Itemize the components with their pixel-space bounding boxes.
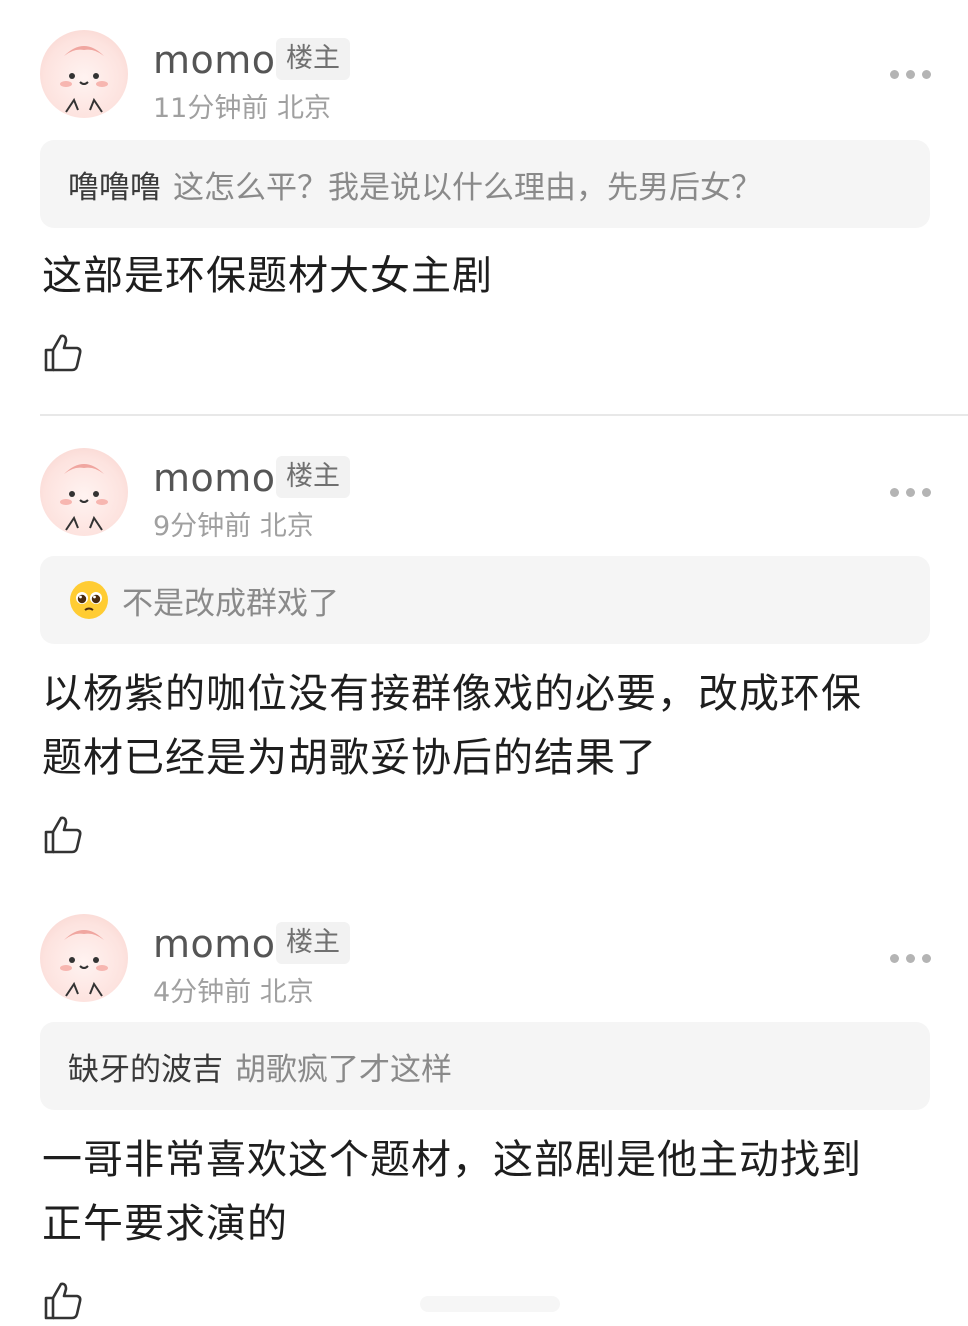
author-badge: 楼主: [276, 38, 350, 80]
comment-text: 一哥非常喜欢这个题材，这部剧是他主动找到 正午要求演的: [42, 1128, 922, 1256]
comment-text-line: 一哥非常喜欢这个题材，这部剧是他主动找到: [42, 1137, 862, 1183]
quoted-reply[interactable]: 不是改成群戏了: [40, 556, 930, 644]
comment-text-line: 正午要求演的: [42, 1201, 288, 1247]
more-options-icon[interactable]: [888, 70, 932, 82]
comment-location: 北京: [259, 511, 314, 542]
comment-text: 这部是环保题材大女主剧: [42, 244, 922, 308]
pleading-face-emoji-icon: [70, 581, 108, 619]
comment-location: 北京: [276, 93, 331, 124]
more-options-icon[interactable]: [888, 488, 932, 500]
quoted-text: 胡歌疯了才这样: [235, 1051, 452, 1088]
username[interactable]: momo: [153, 38, 276, 82]
quoted-username[interactable]: 缺牙的波吉: [68, 1044, 223, 1089]
quoted-text: 不是改成群戏了: [122, 585, 339, 622]
comment-text-line: 这部是环保题材大女主剧: [42, 253, 493, 299]
quoted-username[interactable]: 噜噜噜: [68, 162, 161, 207]
comment-divider: [40, 414, 968, 416]
comment-location: 北京: [259, 977, 314, 1008]
username[interactable]: momo: [153, 922, 276, 966]
comment-time: 11分钟前: [153, 93, 269, 124]
author-badge: 楼主: [276, 456, 350, 498]
comment-meta: 4分钟前 北京: [153, 970, 314, 1009]
author-badge: 楼主: [276, 922, 350, 964]
avatar[interactable]: [40, 914, 128, 1002]
avatar-face-icon: [60, 930, 108, 997]
comment-time: 9分钟前: [153, 511, 252, 542]
quoted-reply[interactable]: 噜噜噜 这怎么平？我是说以什么理由，先男后女？: [40, 140, 930, 228]
comment-text-line: 以杨紫的咖位没有接群像戏的必要，改成环保: [42, 671, 862, 717]
thumbs-up-icon[interactable]: [42, 1280, 84, 1322]
comment-text: 以杨紫的咖位没有接群像戏的必要，改成环保 题材已经是为胡歌妥协后的结果了: [42, 662, 922, 790]
comment-time: 4分钟前: [153, 977, 252, 1008]
thumbs-up-icon[interactable]: [42, 814, 84, 856]
avatar[interactable]: [40, 448, 128, 536]
comment-text-line: 题材已经是为胡歌妥协后的结果了: [42, 735, 657, 781]
thumbs-up-icon[interactable]: [42, 332, 84, 374]
comment-meta: 9分钟前 北京: [153, 504, 314, 543]
comment-meta: 11分钟前 北京: [153, 86, 331, 125]
avatar-face-icon: [60, 464, 108, 531]
quoted-reply[interactable]: 缺牙的波吉 胡歌疯了才这样: [40, 1022, 930, 1110]
avatar-face-icon: [60, 46, 108, 113]
more-options-icon[interactable]: [888, 954, 932, 966]
username[interactable]: momo: [153, 456, 276, 500]
avatar[interactable]: [40, 30, 128, 118]
quoted-text: 这怎么平？我是说以什么理由，先男后女？: [173, 169, 762, 206]
watermark-mark: [420, 1296, 560, 1312]
